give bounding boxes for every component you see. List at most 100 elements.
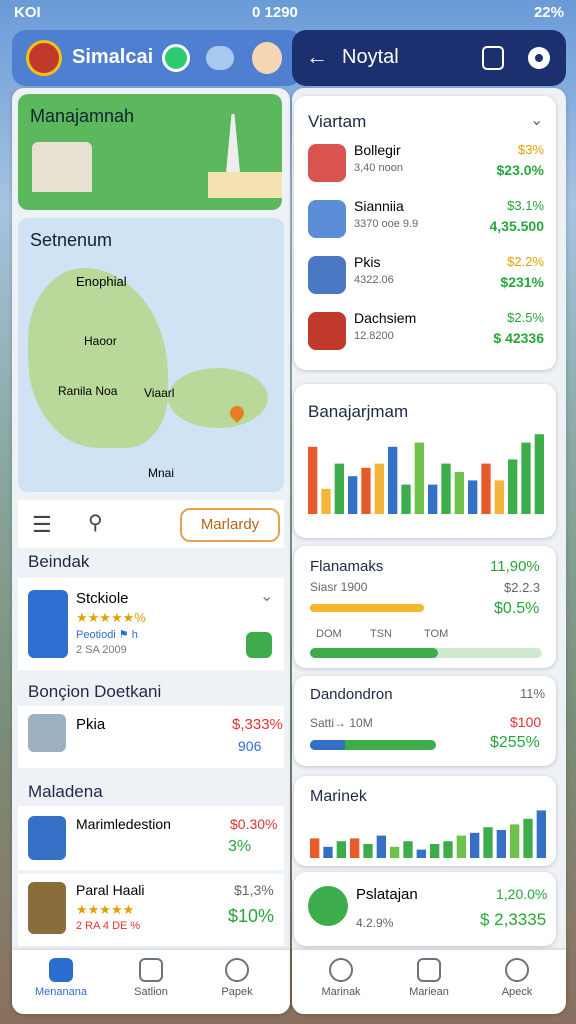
status-bar: KOI 0 1290 22% bbox=[0, 0, 576, 28]
pal-icon bbox=[308, 886, 348, 926]
item-name: Pkia bbox=[76, 716, 106, 733]
map-pin-label[interactable]: Haoor bbox=[84, 334, 117, 348]
row-name: Pkis bbox=[354, 254, 381, 270]
chart-bar bbox=[456, 835, 466, 858]
item-thumbnail bbox=[28, 590, 68, 658]
stat-sub: Siasr 1900 bbox=[310, 580, 368, 594]
chart-bar bbox=[416, 849, 426, 858]
chart-bar bbox=[401, 484, 411, 514]
menu-icon[interactable]: ☰ bbox=[32, 512, 52, 538]
add-icon[interactable] bbox=[246, 632, 272, 658]
list-item[interactable]: Stckiole ★★★★★% Peotiodi ⚑ h 2 SA 2009 ⌄ bbox=[18, 578, 284, 670]
chart-bar bbox=[508, 459, 518, 514]
item-rating: ★★★★★% bbox=[76, 610, 146, 625]
stat-axis-label: DOM bbox=[316, 628, 342, 640]
row-value: $23.0% bbox=[496, 162, 544, 178]
right-bottom-nav: Marinak Mariean Apeck bbox=[292, 950, 566, 1014]
item-thumbnail bbox=[28, 714, 66, 752]
chat-icon[interactable] bbox=[206, 46, 234, 70]
progress-fill bbox=[310, 648, 438, 658]
progress-fill bbox=[310, 740, 346, 750]
list-item[interactable]: Pkia $,333% 906 bbox=[18, 706, 284, 768]
varam-row[interactable]: Pkis 4322.06 $2.2% $231% bbox=[308, 252, 544, 300]
chart-bar bbox=[441, 463, 451, 514]
map-pin-label[interactable]: Enophial bbox=[76, 274, 127, 289]
stat2-card: Dandondron Satti→ 10M 11% $100 $255% bbox=[294, 676, 556, 766]
varam-row[interactable]: Bollegir 3,40 noon $3% $23.0% bbox=[308, 140, 544, 188]
chart-bar bbox=[350, 838, 360, 858]
marlardy-button[interactable]: Marlardy bbox=[180, 508, 280, 542]
bar-chart-1 bbox=[308, 434, 544, 514]
list1-title: Beindak bbox=[28, 552, 90, 571]
chart-bar bbox=[428, 484, 438, 514]
chart-bar bbox=[494, 480, 504, 514]
banner-card[interactable]: Manajamnah bbox=[18, 94, 282, 210]
clock-icon bbox=[329, 958, 353, 982]
stat-percent: 11% bbox=[520, 686, 546, 701]
varam-row[interactable]: Dachsiem 12.8200 $2.5% $ 42336 bbox=[308, 308, 544, 356]
nav-stats[interactable]: Satlion bbox=[116, 958, 186, 998]
chart-bar bbox=[310, 838, 320, 858]
stat-percent: 11,90% bbox=[490, 558, 540, 575]
chevron-down-icon[interactable]: ⌄ bbox=[260, 586, 273, 606]
nav-apeck[interactable]: Apeck bbox=[482, 958, 552, 998]
row-sub: 3370 ooe 9.9 bbox=[354, 218, 419, 230]
chart-bar bbox=[374, 463, 384, 514]
item-price: $0.30% bbox=[230, 816, 278, 832]
map-pin-label[interactable]: Viaarl bbox=[144, 386, 174, 400]
pal-title: Pslatajan bbox=[356, 886, 418, 903]
back-arrow-icon[interactable]: ← bbox=[306, 44, 328, 70]
chevron-down-icon[interactable]: ⌄ bbox=[530, 110, 543, 130]
avatar[interactable] bbox=[252, 42, 282, 74]
stat-axis-label: TOM bbox=[424, 628, 449, 640]
nav-mariean[interactable]: Mariean bbox=[394, 958, 464, 998]
share-icon[interactable] bbox=[482, 46, 504, 70]
chart-bar bbox=[363, 844, 373, 858]
left-app-header: Simalcai bbox=[12, 30, 302, 86]
row-sub: 4322.06 bbox=[354, 274, 394, 286]
map-title: Setnenum bbox=[30, 230, 113, 250]
row-name: Sianniia bbox=[354, 198, 404, 214]
map-pin-label[interactable]: Ranila Noa bbox=[58, 384, 117, 398]
filter-icon[interactable]: ⚲ bbox=[88, 510, 103, 535]
nav-label: Mariean bbox=[409, 986, 449, 998]
chart-bar bbox=[430, 844, 440, 858]
row-thumbnail bbox=[308, 312, 346, 350]
chart-bar bbox=[536, 810, 546, 858]
nav-label: Papek bbox=[221, 986, 253, 998]
item-name: Stckiole bbox=[76, 590, 129, 607]
chart-bar bbox=[403, 841, 413, 858]
card-title: Viartam bbox=[308, 112, 367, 131]
whatsapp-icon[interactable] bbox=[162, 44, 190, 72]
item-value: 3% bbox=[228, 838, 252, 855]
row-value: $231% bbox=[500, 274, 544, 290]
list-item[interactable]: Marimledestion $0.30% 3% bbox=[18, 806, 284, 870]
nav-profile[interactable]: Papek bbox=[202, 958, 272, 998]
right-app-header: ← Noytal bbox=[292, 30, 566, 86]
list3-title: Maladena bbox=[28, 782, 103, 801]
record-icon[interactable] bbox=[528, 47, 550, 69]
pal-sub: 4.2.9% bbox=[356, 916, 394, 930]
row-sub: 3,40 noon bbox=[354, 162, 403, 174]
pal-value: $ 2,3335 bbox=[480, 910, 547, 929]
row-name: Bollegir bbox=[354, 142, 401, 158]
chart-bar bbox=[321, 488, 331, 514]
app-logo-icon bbox=[26, 40, 62, 76]
battery-text: 22% bbox=[533, 4, 564, 21]
item-sub: 2 RA 4 DE % bbox=[76, 920, 141, 932]
chart-bar bbox=[443, 841, 453, 858]
right-title: Noytal bbox=[342, 46, 399, 68]
nav-home[interactable]: Menanana bbox=[26, 958, 96, 998]
stat-value-2: $255% bbox=[490, 734, 540, 751]
varam-row[interactable]: Sianniia 3370 ooe 9.9 $3.1% 4,35.500 bbox=[308, 196, 544, 244]
nav-marinak[interactable]: Marinak bbox=[306, 958, 376, 998]
list-item[interactable]: Paral Haali ★★★★★ 2 RA 4 DE % $1,3% $10% bbox=[18, 874, 284, 946]
home-icon bbox=[49, 958, 73, 982]
nav-label: Marinak bbox=[321, 986, 361, 998]
varam-card: Viartam ⌄ Bollegir 3,40 noon $3% $23.0% … bbox=[294, 96, 556, 370]
map-pin-label[interactable]: Mnai bbox=[148, 466, 174, 480]
chart-bar bbox=[481, 463, 491, 514]
marlardy-button-label: Marlardy bbox=[200, 516, 260, 533]
item-sub: Peotiodi ⚑ h bbox=[76, 629, 138, 641]
map-card[interactable]: Setnenum Enophial Haoor Ranila Noa Viaar… bbox=[18, 218, 284, 492]
